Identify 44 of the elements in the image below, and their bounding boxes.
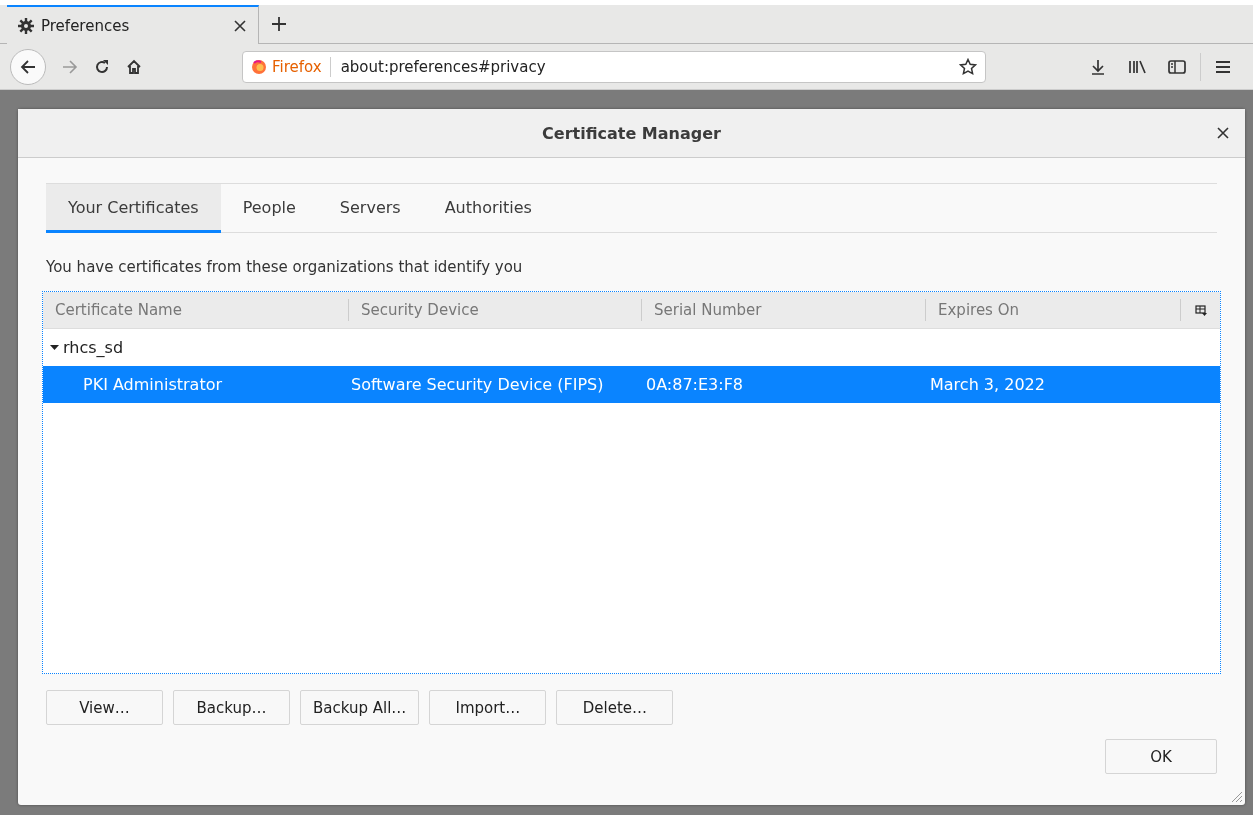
tab[interactable]: Your Certificates xyxy=(46,184,221,233)
column-header[interactable]: Serial Number xyxy=(641,299,925,321)
tab-title: Preferences xyxy=(41,16,131,35)
close-icon[interactable] xyxy=(234,19,246,32)
site-identity[interactable]: Firefox xyxy=(251,56,331,77)
table-cell-text: March 3, 2022 xyxy=(929,375,1046,394)
address-bar[interactable]: Firefox about:preferences#privacy xyxy=(242,50,986,83)
new-tab-icon[interactable] xyxy=(271,16,287,32)
action-button[interactable]: Delete… xyxy=(556,690,674,725)
download-icon[interactable] xyxy=(1090,58,1106,75)
column-picker-icon[interactable] xyxy=(1194,304,1207,316)
back-button[interactable] xyxy=(10,48,46,85)
table-cell-text: Software Security Device (FIPS) xyxy=(350,375,605,394)
column-header[interactable]: Expires On xyxy=(925,299,1180,321)
action-button[interactable]: View… xyxy=(46,690,163,725)
column-header[interactable]: Security Device xyxy=(348,299,641,321)
table-cell-text: PKI Administrator xyxy=(82,375,223,394)
action-button[interactable]: Backup… xyxy=(173,690,290,725)
ok-button[interactable]: OK xyxy=(1105,739,1217,774)
library-icon[interactable] xyxy=(1128,58,1146,75)
twisty-icon[interactable] xyxy=(50,343,59,352)
description-text: You have certificates from these organizations that identify you xyxy=(46,258,524,276)
sidebar-icon[interactable] xyxy=(1168,58,1186,75)
dialog-title: Certificate Manager xyxy=(542,123,721,143)
close-icon[interactable] xyxy=(1217,127,1229,139)
star-icon[interactable] xyxy=(959,57,977,76)
tab[interactable]: People xyxy=(220,184,318,233)
reload-icon[interactable] xyxy=(94,58,110,75)
home-icon[interactable] xyxy=(126,58,142,75)
browser-logo-icon[interactable] xyxy=(251,58,267,75)
action-button[interactable]: Import… xyxy=(429,690,547,725)
certificate-row[interactable]: PKI Administrator Software Security Device (FIPS) 0A:87:E3:F8 March 3, 2022 xyxy=(43,366,1220,403)
table-cell-text: 0A:87:E3:F8 xyxy=(645,375,745,394)
tab[interactable]: Servers xyxy=(317,184,423,233)
column-header[interactable]: Certificate Name xyxy=(43,299,348,321)
gear-icon[interactable] xyxy=(17,16,35,35)
menu-icon[interactable] xyxy=(1215,58,1231,75)
resize-grip-icon[interactable] xyxy=(1229,789,1243,803)
tab[interactable]: Authorities xyxy=(422,184,554,233)
action-button[interactable]: Backup All… xyxy=(300,690,420,725)
group-label[interactable]: rhcs_sd xyxy=(63,338,124,357)
back-arrow-icon[interactable] xyxy=(20,58,36,75)
browser-tab[interactable]: Preferences xyxy=(7,5,259,44)
url-text: about:preferences#privacy xyxy=(340,57,547,76)
